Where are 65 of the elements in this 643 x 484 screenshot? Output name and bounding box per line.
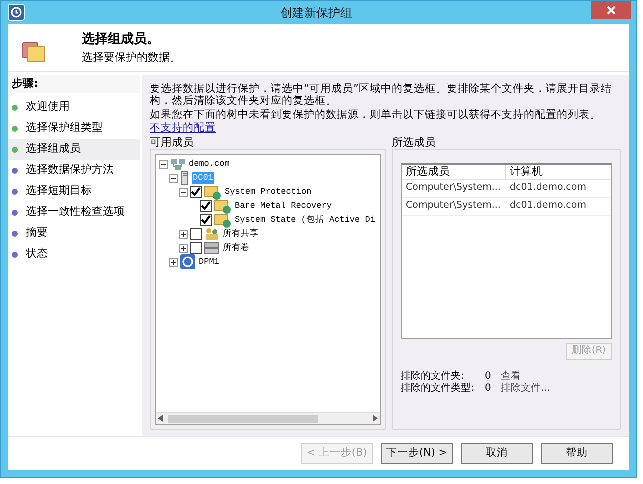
table-cell-text: Computer\System...: [405, 199, 502, 214]
table-cell-text: dc01.demo.com: [509, 199, 588, 214]
step-item[interactable]: 选择短期目标: [8, 181, 140, 202]
stat-action[interactable]: 查看: [501, 371, 521, 383]
stat-action[interactable]: 排除文件...: [501, 383, 551, 395]
stat-label: 排除的文件夹:: [401, 371, 466, 382]
network-icon: [170, 158, 186, 170]
tree-item[interactable]: System State (包括 Active Di: [234, 214, 376, 226]
step-item[interactable]: 摘要: [8, 223, 140, 244]
app-icon[interactable]: [8, 4, 25, 21]
expander-icon[interactable]: [179, 230, 188, 238]
step-item[interactable]: 选择保护组类型: [8, 118, 140, 139]
scroll-thumb[interactable]: [168, 414, 318, 422]
column-header[interactable]: 所选成员: [402, 165, 506, 179]
step-item[interactable]: 选择数据保护方法: [8, 160, 140, 181]
tree-item[interactable]: demo.com: [188, 158, 231, 170]
unsupported-config-link[interactable]: 不支持的配置: [150, 121, 216, 135]
expander-icon[interactable]: [179, 188, 188, 196]
step-item[interactable]: 欢迎使用: [8, 97, 140, 118]
table-cell-text: dc01.demo.com: [509, 181, 588, 196]
close-button[interactable]: [591, 1, 631, 19]
expander-icon[interactable]: [169, 258, 178, 266]
expander-icon[interactable]: [159, 160, 168, 168]
step-item[interactable]: 选择组成员: [8, 139, 140, 160]
tree-item[interactable]: System Protection: [224, 186, 313, 198]
tree-item[interactable]: 所有共享: [222, 228, 260, 240]
page-subtitle: 选择要保护的数据。: [82, 50, 181, 66]
instruction-text: 要选择数据以进行保护，请选中“可用成员”区域中的复选框。要排除某个文件夹，请展开目录结构，然后清除该文件夹对应的复选框。: [150, 83, 613, 107]
tree-item[interactable]: Bare Metal Recovery: [234, 200, 333, 212]
horizontal-scrollbar[interactable]: [156, 412, 380, 424]
dialog-button[interactable]: 帮助: [541, 443, 613, 464]
checkbox[interactable]: [190, 242, 202, 254]
step-item[interactable]: 状态: [8, 244, 140, 265]
table-cell-text: Computer\System...: [405, 181, 502, 196]
dialog-button[interactable]: 下一步(N) >: [381, 443, 453, 464]
tree-item[interactable]: 所有卷: [222, 242, 251, 254]
drive-icon: [204, 241, 220, 255]
checkbox[interactable]: [190, 186, 202, 198]
step-item[interactable]: 选择一致性检查选项: [8, 202, 140, 223]
expander-icon[interactable]: [169, 174, 178, 182]
window-title: 创建新保护组: [280, 4, 354, 22]
dialog-button[interactable]: 取消: [461, 443, 533, 464]
checkbox[interactable]: [200, 200, 212, 212]
scroll-left-icon[interactable]: [158, 415, 164, 422]
close-icon: [606, 6, 616, 14]
checkbox[interactable]: [190, 228, 202, 240]
folder-icon: [214, 198, 232, 214]
scroll-right-icon[interactable]: [372, 415, 378, 422]
stat-value: 0: [485, 371, 492, 383]
group-title: 可用成员: [150, 136, 195, 149]
expander-icon[interactable]: [179, 244, 188, 252]
shared-folder-icon: [204, 227, 220, 241]
group-title: 所选成员: [392, 136, 437, 149]
steps-heading: 步骤:: [8, 75, 140, 93]
server-icon: [180, 171, 190, 185]
stat-value: 0: [485, 383, 492, 395]
column-header[interactable]: 计算机: [506, 165, 611, 179]
folder-icon: [204, 184, 222, 200]
stat-label: 排除的文件类型:: [401, 383, 476, 395]
folders-icon: [22, 41, 46, 63]
tree-item[interactable]: DPM1: [198, 256, 220, 268]
instruction-text: 如果您在下面的树中未看到要保护的数据源，则单击以下链接可以获得不支持的配置的列表。: [150, 109, 602, 121]
checkbox[interactable]: [200, 214, 212, 226]
page-title: 选择组成员。: [82, 31, 161, 49]
folder-icon: [214, 212, 232, 228]
